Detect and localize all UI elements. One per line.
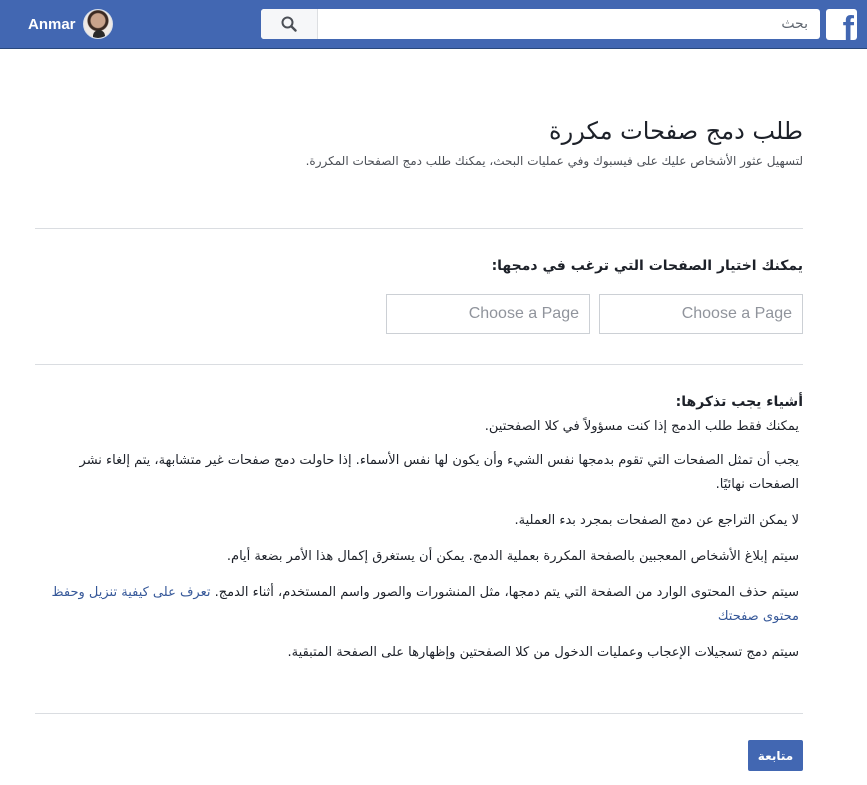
page-title: طلب دمج صفحات مكررة	[549, 117, 803, 145]
list-item-text: يمكنك فقط طلب الدمج إذا كنت مسؤولاً في ك…	[484, 419, 799, 434]
list-item-text: سيتم دمج تسجيلات الإعجاب وعمليات الدخول …	[287, 645, 799, 660]
facebook-logo[interactable]: f	[826, 9, 857, 40]
list-item-text: يجب أن تمثل الصفحات التي تقوم بدمجها نفس…	[79, 453, 799, 492]
list-item: سيتم إبلاغ الأشخاص المعجبين بالصفحة المك…	[35, 545, 803, 569]
list-item-text: لا يمكن التراجع عن دمج الصفحات بمجرد بدء…	[514, 513, 799, 528]
things-to-remember-list: يمكنك فقط طلب الدمج إذا كنت مسؤولاً في ك…	[35, 415, 803, 665]
page-chooser-1-placeholder: Choose a Page	[681, 305, 792, 322]
avatar[interactable]	[82, 9, 113, 39]
things-to-remember-heading: أشياء يجب تذكرها:	[675, 394, 803, 410]
things-to-remember-section: أشياء يجب تذكرها: يمكنك فقط طلب الدمج إذ…	[35, 394, 803, 677]
divider	[35, 713, 803, 714]
list-item-text: سيتم حذف المحتوى الوارد من الصفحة التي ي…	[214, 585, 799, 600]
divider	[35, 228, 803, 229]
list-item-text: سيتم إبلاغ الأشخاص المعجبين بالصفحة المك…	[226, 549, 799, 564]
page-header: طلب دمج صفحات مكررة لتسهيل عثور الأشخاص …	[35, 110, 803, 168]
profile-link[interactable]: Anmar	[28, 9, 113, 39]
list-item: يجب أن تمثل الصفحات التي تقوم بدمجها نفس…	[35, 449, 803, 497]
user-name[interactable]: Anmar	[28, 16, 76, 33]
list-item: سيتم دمج تسجيلات الإعجاب وعمليات الدخول …	[35, 641, 803, 665]
page-chooser-2[interactable]: Choose a Page	[386, 294, 590, 334]
choose-pages-heading: يمكنك اختيار الصفحات التي ترغب في دمجها:	[491, 258, 803, 274]
top-navigation-bar: Anmar f	[0, 0, 867, 49]
continue-button[interactable]: متابعة	[748, 740, 803, 771]
page-subtitle: لتسهيل عثور الأشخاص عليك على فيسبوك وفي …	[305, 154, 803, 168]
list-item: لا يمكن التراجع عن دمج الصفحات بمجرد بدء…	[35, 509, 803, 533]
list-item: يمكنك فقط طلب الدمج إذا كنت مسؤولاً في ك…	[35, 415, 803, 439]
search-bar	[261, 9, 820, 39]
search-button[interactable]	[261, 9, 318, 39]
search-icon	[281, 16, 297, 32]
list-item: سيتم حذف المحتوى الوارد من الصفحة التي ي…	[35, 581, 803, 629]
divider	[35, 364, 803, 365]
choose-pages-section: يمكنك اختيار الصفحات التي ترغب في دمجها:…	[35, 258, 803, 334]
facebook-logo-letter: f	[842, 10, 854, 40]
search-input[interactable]	[318, 9, 820, 39]
page-chooser-1[interactable]: Choose a Page	[599, 294, 803, 334]
page-choosers: Choose a Page Choose a Page	[35, 294, 803, 334]
page-chooser-2-placeholder: Choose a Page	[468, 305, 579, 322]
